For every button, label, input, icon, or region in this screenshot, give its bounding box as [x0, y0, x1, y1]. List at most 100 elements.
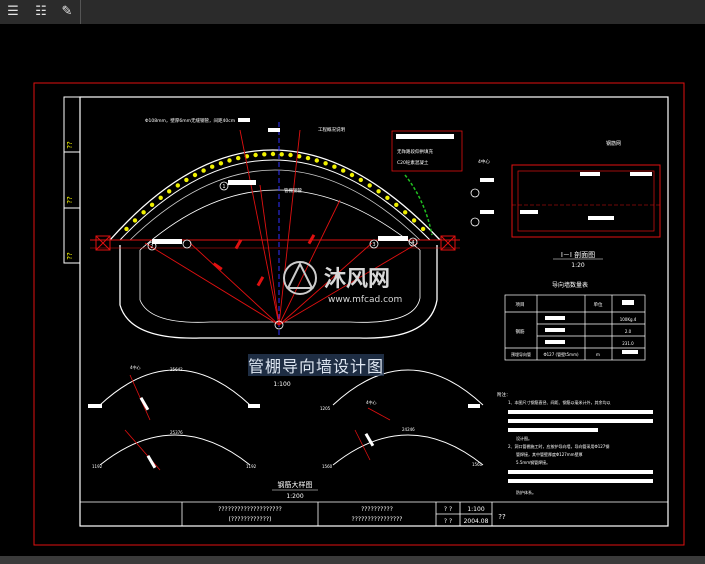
dim-8: 1205	[320, 406, 331, 411]
main-scale: 1:100	[273, 381, 290, 388]
pipe-dot	[184, 177, 189, 183]
pipe-dot	[192, 172, 198, 178]
layers-edit-icon[interactable]: ✎	[57, 2, 77, 21]
pipe-dot	[305, 155, 311, 161]
node-2: 2	[150, 244, 153, 250]
dim-5: 1192	[246, 464, 257, 469]
pipe-dot	[201, 168, 206, 173]
note-2: 设计图。	[516, 435, 532, 441]
tr-rebar: 钢筋	[516, 328, 525, 335]
section-pos: 4中心	[478, 158, 490, 165]
tb-cell2-line2: ????????????????	[352, 516, 403, 523]
callout-line2: C20砼素混凝土	[397, 159, 429, 166]
note-5: 5.5mm钢管焊接。	[516, 459, 550, 465]
green-hatch	[404, 174, 433, 236]
pipe-dot	[420, 226, 426, 232]
table-title: 导向墙数量表	[552, 281, 588, 289]
pipe-dots	[124, 151, 426, 232]
pipe-dot	[279, 152, 284, 157]
watermark-logo: 沐风网 www.mfcad.com	[278, 258, 438, 306]
left-strip-1: ??	[66, 141, 74, 149]
rebar-arcs	[99, 369, 484, 466]
dim-7: 1561	[472, 462, 483, 467]
pipe-dot	[227, 158, 232, 163]
pipe-dot	[141, 210, 146, 215]
pipe-dot	[323, 161, 328, 166]
arch-outer	[109, 149, 441, 241]
pipe-dot	[332, 164, 337, 169]
big-sample-scale: 1:200	[286, 493, 303, 500]
leader-pipe: 管棚钢管	[284, 187, 302, 194]
pipe-dot	[262, 152, 267, 157]
node-4: 4	[411, 240, 414, 246]
pipe-dot	[236, 155, 241, 161]
pipe-dot	[132, 218, 138, 223]
outer-frame	[33, 82, 685, 546]
status-bar	[0, 556, 705, 564]
note-6: 防护体系。	[516, 489, 536, 495]
layers-stack-icon[interactable]: ☷	[31, 2, 51, 21]
pipe-dot	[124, 226, 129, 232]
pipe-dot	[403, 210, 408, 215]
pipe-dot	[314, 158, 319, 163]
right-note: 工程概况说明	[318, 126, 345, 133]
node-1: 1	[222, 184, 225, 190]
tb-date: 2004.08	[464, 518, 489, 525]
tb-cell2-line1: ??????????	[361, 506, 393, 513]
callout-line1: 无砟路段仰拱填充	[397, 148, 433, 155]
pipe-dot	[270, 151, 276, 157]
tb-q2: ? ?	[444, 518, 452, 525]
layers-icon[interactable]: ☰	[3, 2, 23, 21]
rebar-pos-2: 4中心	[366, 399, 377, 405]
dim-3: 24246	[402, 427, 415, 432]
pipe-dot	[175, 183, 180, 188]
watermark-text: 沐风网	[324, 267, 390, 292]
tr-v2: 2.0	[625, 329, 632, 334]
dim-6: 1560	[322, 464, 333, 469]
dim-4: 1192	[92, 464, 103, 469]
tb-scale: 1:100	[467, 506, 484, 513]
pipe-dot	[385, 195, 390, 200]
pipe-dot	[149, 202, 155, 207]
watermark-url: www.mfcad.com	[328, 295, 402, 305]
pipe-dot	[367, 183, 372, 188]
pipe-dot	[341, 168, 346, 173]
tb-sheet: ??	[498, 513, 506, 521]
toolbar-separator	[80, 0, 81, 24]
tr-v1: 100Kg.4	[620, 317, 637, 322]
section-right-label: 钢筋网	[606, 140, 621, 147]
tr-pipe-spec: Φ127 (管壁t5mm)	[543, 351, 579, 357]
pipe-dot	[411, 218, 417, 223]
section-title: I－I 剖面图	[561, 250, 595, 259]
pipe-dot	[394, 202, 399, 207]
th-unit: 单位	[594, 301, 603, 308]
note-3: 2、洞口管棚施工时，应按护导向墙，导向管采用Φ127钢	[508, 443, 609, 449]
big-sample-title: 钢筋大样图	[278, 480, 313, 489]
inner-frame	[79, 96, 669, 527]
pipe-dot	[218, 161, 224, 166]
pipe-dot	[349, 172, 355, 178]
arch-inner	[129, 169, 421, 241]
pipe-dot	[253, 152, 258, 158]
left-strip-3: ??	[66, 252, 74, 260]
tb-cell1-line1: ????????????????????	[218, 506, 282, 513]
drawing-main-title: 管棚导向墙设计图	[248, 354, 384, 376]
dim-2: 25376	[170, 430, 183, 435]
notes-title: 附注：	[497, 391, 511, 398]
left-strip-2: ??	[66, 196, 74, 204]
note-1: 1、本图尺寸钢筋直径、间距、钢筋以毫米计外，其余均以	[508, 399, 611, 405]
tr-v3: 231.0	[622, 341, 634, 346]
arch-middle	[119, 159, 431, 241]
top-note: Φ108mm，壁厚6mm无缝钢管，间距40cm	[145, 117, 235, 124]
th-item: 项目	[516, 302, 525, 308]
rebar-pos-1: 4中心	[130, 364, 141, 370]
pipe-dot	[358, 177, 363, 183]
toolbar: ☰ ☷ ✎	[0, 0, 705, 25]
pipe-dot	[288, 152, 293, 158]
tr-pipe: 预埋导向管	[511, 351, 531, 357]
left-strip	[63, 96, 81, 264]
pipe-dot	[167, 189, 172, 194]
dim-1: 25642	[170, 367, 183, 372]
note-4: 管焊接，其中管壁厚度Φ127mm壁厚	[516, 451, 583, 457]
tb-cell1-line2: (????????????)	[229, 516, 272, 523]
